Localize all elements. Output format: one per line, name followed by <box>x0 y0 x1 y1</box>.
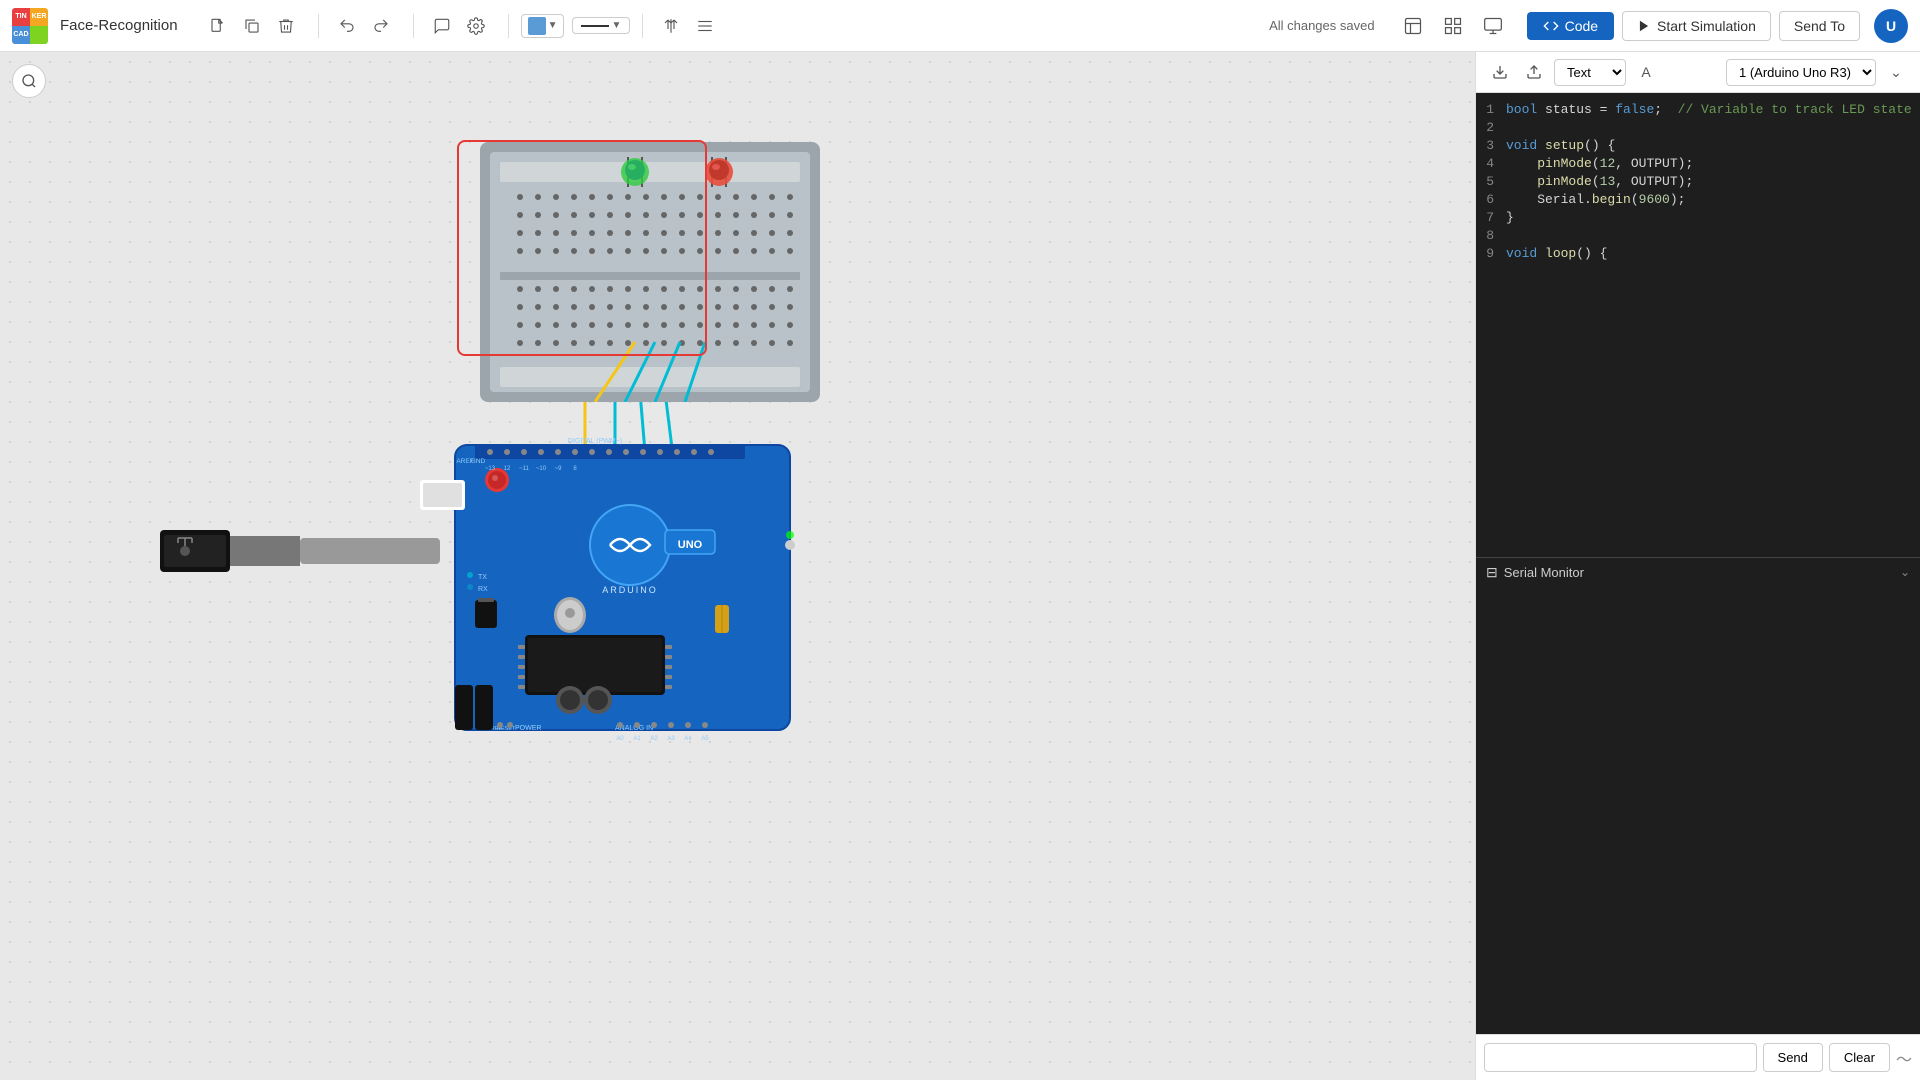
breadboard-svg <box>480 142 820 402</box>
code-line-5: 5 pinMode(13, OUTPUT); <box>1476 173 1920 191</box>
new-button[interactable] <box>202 10 234 42</box>
panel-toolbar: Text A 1 (Arduino Uno R3) ⌄ <box>1476 52 1920 93</box>
code-line-6: 6 Serial.begin(9600); <box>1476 191 1920 209</box>
serial-monitor[interactable]: ⊟ Serial Monitor ⌄ <box>1476 557 1920 587</box>
serial-input-field[interactable] <box>1484 1043 1757 1072</box>
send-button[interactable]: Send <box>1763 1043 1823 1072</box>
comment-button[interactable] <box>426 10 458 42</box>
serial-output-area <box>1476 587 1920 1035</box>
delete-button[interactable] <box>270 10 302 42</box>
line-arrow: ▼ <box>611 20 621 31</box>
font-selector[interactable]: Text <box>1554 59 1626 86</box>
code-line-9: 9 void loop() { <box>1476 245 1920 263</box>
logo-bl: CAD <box>12 26 30 44</box>
logo-tr: KER <box>30 8 48 26</box>
arduino-svg: UNO ARDUINO DIGITAL (PWM~) ~13 12 ~11 ~1… <box>415 435 795 745</box>
panel-icon-1[interactable] <box>1395 8 1431 44</box>
start-simulation-button[interactable]: Start Simulation <box>1622 11 1771 41</box>
arduino-board: UNO ARDUINO DIGITAL (PWM~) ~13 12 ~11 ~1… <box>415 435 795 750</box>
serial-monitor-label: Serial Monitor <box>1504 565 1584 580</box>
panel-icon-2[interactable] <box>1435 8 1471 44</box>
code-editor[interactable]: 1 bool status = false; // Variable to tr… <box>1476 93 1920 557</box>
canvas-area[interactable]: UNO ARDUINO DIGITAL (PWM~) ~13 12 ~11 ~1… <box>0 52 1475 1080</box>
app-logo: TIN KER CAD <box>12 8 48 44</box>
svg-text:DIGITAL (PWM~): DIGITAL (PWM~) <box>568 438 622 445</box>
code-line-2: 2 <box>1476 119 1920 137</box>
text-format-btn[interactable]: A <box>1632 58 1660 86</box>
avatar[interactable]: U <box>1874 9 1908 43</box>
divider-3 <box>508 14 509 38</box>
svg-text:12: 12 <box>504 466 511 472</box>
panel-icon-3[interactable] <box>1475 8 1511 44</box>
svg-text:A3: A3 <box>667 736 675 742</box>
annotation-tools <box>426 10 492 42</box>
panel-download-btn[interactable] <box>1486 58 1514 86</box>
code-line-4: 4 pinMode(12, OUTPUT); <box>1476 155 1920 173</box>
serial-input-bar: Send Clear 〜 <box>1476 1034 1920 1080</box>
send-to-label: Send To <box>1794 18 1845 34</box>
settings-button[interactable] <box>460 10 492 42</box>
svg-text:A4: A4 <box>684 736 692 742</box>
divider-2 <box>413 14 414 38</box>
divider-4 <box>642 14 643 38</box>
divider-1 <box>318 14 319 38</box>
svg-text:TX: TX <box>478 574 487 581</box>
file-tools <box>202 10 302 42</box>
start-simulation-label: Start Simulation <box>1657 18 1756 34</box>
svg-text:A1: A1 <box>633 736 641 742</box>
history-tools <box>331 10 397 42</box>
code-line-1: 1 bool status = false; // Variable to tr… <box>1476 101 1920 119</box>
usb-cable <box>160 500 445 605</box>
topbar: TIN KER CAD Face-Recognition <box>0 0 1920 52</box>
svg-text:~9: ~9 <box>555 466 563 472</box>
copy-button[interactable] <box>236 10 268 42</box>
align-button[interactable] <box>689 10 721 42</box>
color-swatch <box>528 17 546 35</box>
logo-br <box>30 26 48 44</box>
line-picker[interactable]: ▼ <box>572 17 630 34</box>
code-line-8: 8 <box>1476 227 1920 245</box>
serial-monitor-icon: ⊟ <box>1486 564 1498 581</box>
saved-status: All changes saved <box>1269 18 1375 33</box>
waveform-icon: 〜 <box>1896 1046 1912 1070</box>
undo-button[interactable] <box>331 10 363 42</box>
svg-text:A2: A2 <box>650 736 658 742</box>
panel-expand-btn[interactable]: ⌄ <box>1882 58 1910 86</box>
svg-text:~13: ~13 <box>485 466 496 472</box>
svg-text:POWER: POWER <box>515 725 541 732</box>
logo-tl: TIN <box>12 8 30 26</box>
clear-button[interactable]: Clear <box>1829 1043 1890 1072</box>
color-picker[interactable]: ▼ <box>521 14 565 38</box>
mirror-button[interactable] <box>655 10 687 42</box>
project-name: Face-Recognition <box>60 17 178 34</box>
svg-text:~10: ~10 <box>536 466 547 472</box>
code-line-7: 7 } <box>1476 209 1920 227</box>
line-preview <box>581 25 609 27</box>
svg-text:GND: GND <box>471 458 486 465</box>
zoom-control[interactable] <box>12 64 46 98</box>
code-label: Code <box>1565 18 1598 34</box>
code-button[interactable]: Code <box>1527 12 1614 40</box>
panel-upload-btn[interactable] <box>1520 58 1548 86</box>
svg-text:~11: ~11 <box>519 466 529 472</box>
main-area: UNO ARDUINO DIGITAL (PWM~) ~13 12 ~11 ~1… <box>0 52 1920 1080</box>
breadboard <box>480 142 820 407</box>
svg-text:UNO: UNO <box>678 539 703 551</box>
board-selector[interactable]: 1 (Arduino Uno R3) <box>1726 59 1876 86</box>
svg-text:RX: RX <box>478 586 488 593</box>
svg-text:A5: A5 <box>701 736 709 742</box>
right-panel: Text A 1 (Arduino Uno R3) ⌄ 1 bool statu… <box>1475 52 1920 1080</box>
shape-tools <box>655 10 721 42</box>
svg-text:A0: A0 <box>616 736 624 742</box>
send-to-button[interactable]: Send To <box>1779 11 1860 41</box>
redo-button[interactable] <box>365 10 397 42</box>
svg-text:ARDUINO: ARDUINO <box>602 585 658 595</box>
code-line-3: 3 void setup() { <box>1476 137 1920 155</box>
usb-svg <box>160 500 445 600</box>
view-icons <box>1395 8 1511 44</box>
color-arrow: ▼ <box>548 20 558 31</box>
serial-expand-icon: ⌄ <box>1900 565 1910 579</box>
